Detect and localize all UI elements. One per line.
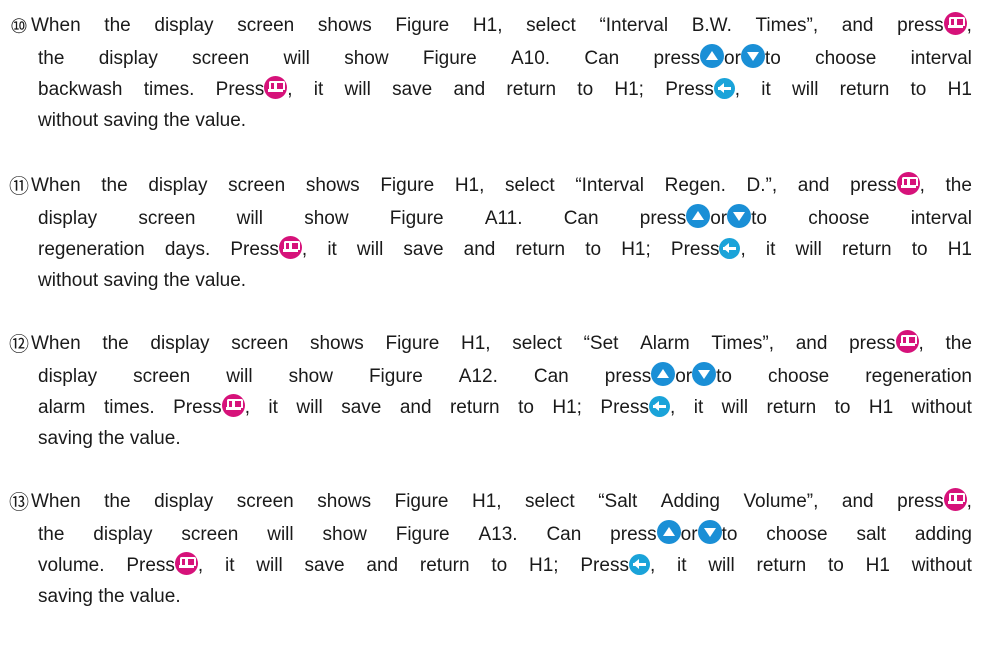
- text-segment: display screen will show Figure A11. Can…: [38, 208, 687, 229]
- up-arrow-button-icon: [686, 204, 711, 228]
- back-button-icon: [719, 238, 741, 259]
- down-arrow-button-icon: [697, 520, 722, 544]
- text-line: the display screen will show Figure A13.…: [38, 520, 972, 546]
- text-segment: , it will return to H1: [734, 79, 972, 100]
- text-segment: the display screen will show Figure A13.…: [38, 524, 657, 545]
- text-line: display screen will show Figure A11. Can…: [38, 204, 972, 230]
- down-arrow-button-icon: [727, 204, 752, 228]
- text-segment: , it will return to H1 without: [649, 555, 972, 576]
- text-segment: the display screen will show Figure A10.…: [38, 48, 701, 69]
- text-segment: When the display screen shows Figure H1,…: [31, 175, 897, 196]
- enter-button-icon: [895, 330, 919, 353]
- text-segment: to choose interval: [764, 48, 972, 69]
- text-segment: or: [724, 48, 741, 69]
- text-line: saving the value.: [38, 584, 181, 610]
- text-segment: to choose regeneration: [716, 366, 972, 387]
- down-arrow-button-icon: [740, 44, 765, 68]
- text-segment: alarm times. Press: [38, 397, 222, 418]
- text-segment: , it will return to H1 without: [669, 397, 972, 418]
- text-segment: , it will save and return to H1; Press: [244, 397, 649, 418]
- up-arrow-button-icon: [656, 520, 681, 544]
- back-button-icon: [713, 78, 735, 99]
- text-segment: , the: [919, 175, 972, 196]
- text-line: ⑫ When the display screen shows Figure H1…: [8, 330, 972, 356]
- text-line: saving the value.: [38, 426, 181, 452]
- text-segment: , it will save and return to H1; Press: [301, 239, 720, 260]
- enter-button-icon: [896, 172, 920, 195]
- enter-button-icon: [943, 12, 967, 35]
- text-line: ⑩ When the display screen shows Figure H1…: [8, 12, 972, 38]
- text-line: ⑪ When the display screen shows Figure H1…: [8, 172, 972, 198]
- item-number: ⑩: [10, 13, 28, 38]
- enter-button-icon: [221, 394, 245, 417]
- enter-button-icon: [278, 236, 302, 259]
- text-segment: ,: [966, 15, 972, 36]
- item-number: ⑫: [9, 331, 29, 356]
- text-segment: to choose salt adding: [721, 524, 972, 545]
- up-arrow-button-icon: [651, 362, 676, 386]
- text-line: ⑬ When the display screen shows Figure H1…: [8, 488, 972, 514]
- enter-button-icon: [174, 552, 198, 575]
- text-segment: display screen will show Figure A12. Can…: [38, 366, 652, 387]
- text-segment: ,: [966, 491, 972, 512]
- text-line: backwash times. Press , it will save and …: [38, 76, 972, 102]
- text-line: display screen will show Figure A12. Can…: [38, 362, 972, 388]
- text-segment: or: [675, 366, 693, 387]
- text-segment: without saving the value.: [38, 110, 247, 131]
- text-segment: without saving the value.: [38, 270, 247, 291]
- text-line: without saving the value.: [38, 108, 246, 134]
- text-line: regeneration days. Press , it will save a…: [38, 236, 972, 262]
- text-line: volume. Press , it will save and return t…: [38, 552, 972, 578]
- text-segment: saving the value.: [38, 586, 181, 607]
- text-segment: regeneration days. Press: [38, 239, 279, 260]
- text-segment: , it will save and return to H1; Press: [287, 79, 714, 100]
- text-segment: When the display screen shows Figure H1,…: [31, 491, 944, 512]
- item-number: ⑪: [9, 173, 29, 198]
- text-segment: or: [710, 208, 728, 229]
- text-segment: When the display screen shows Figure H1,…: [31, 15, 944, 36]
- text-segment: , it will return to H1: [740, 239, 972, 260]
- text-segment: volume. Press: [38, 555, 175, 576]
- back-button-icon: [648, 396, 670, 417]
- text-segment: , the: [918, 333, 972, 354]
- enter-button-icon: [264, 76, 288, 99]
- text-segment: saving the value.: [38, 428, 181, 449]
- text-line: the display screen will show Figure A10.…: [38, 44, 972, 70]
- item-number: ⑬: [9, 489, 29, 514]
- down-arrow-button-icon: [692, 362, 717, 386]
- text-line: without saving the value.: [38, 268, 246, 294]
- text-segment: or: [680, 524, 698, 545]
- text-segment: , it will save and return to H1; Press: [197, 555, 629, 576]
- text-segment: backwash times. Press: [38, 79, 265, 100]
- text-segment: to choose interval: [751, 208, 972, 229]
- enter-button-icon: [943, 488, 967, 511]
- up-arrow-button-icon: [700, 44, 725, 68]
- text-segment: When the display screen shows Figure H1,…: [31, 333, 896, 354]
- text-line: alarm times. Press , it will save and ret…: [38, 394, 972, 420]
- back-button-icon: [628, 554, 650, 575]
